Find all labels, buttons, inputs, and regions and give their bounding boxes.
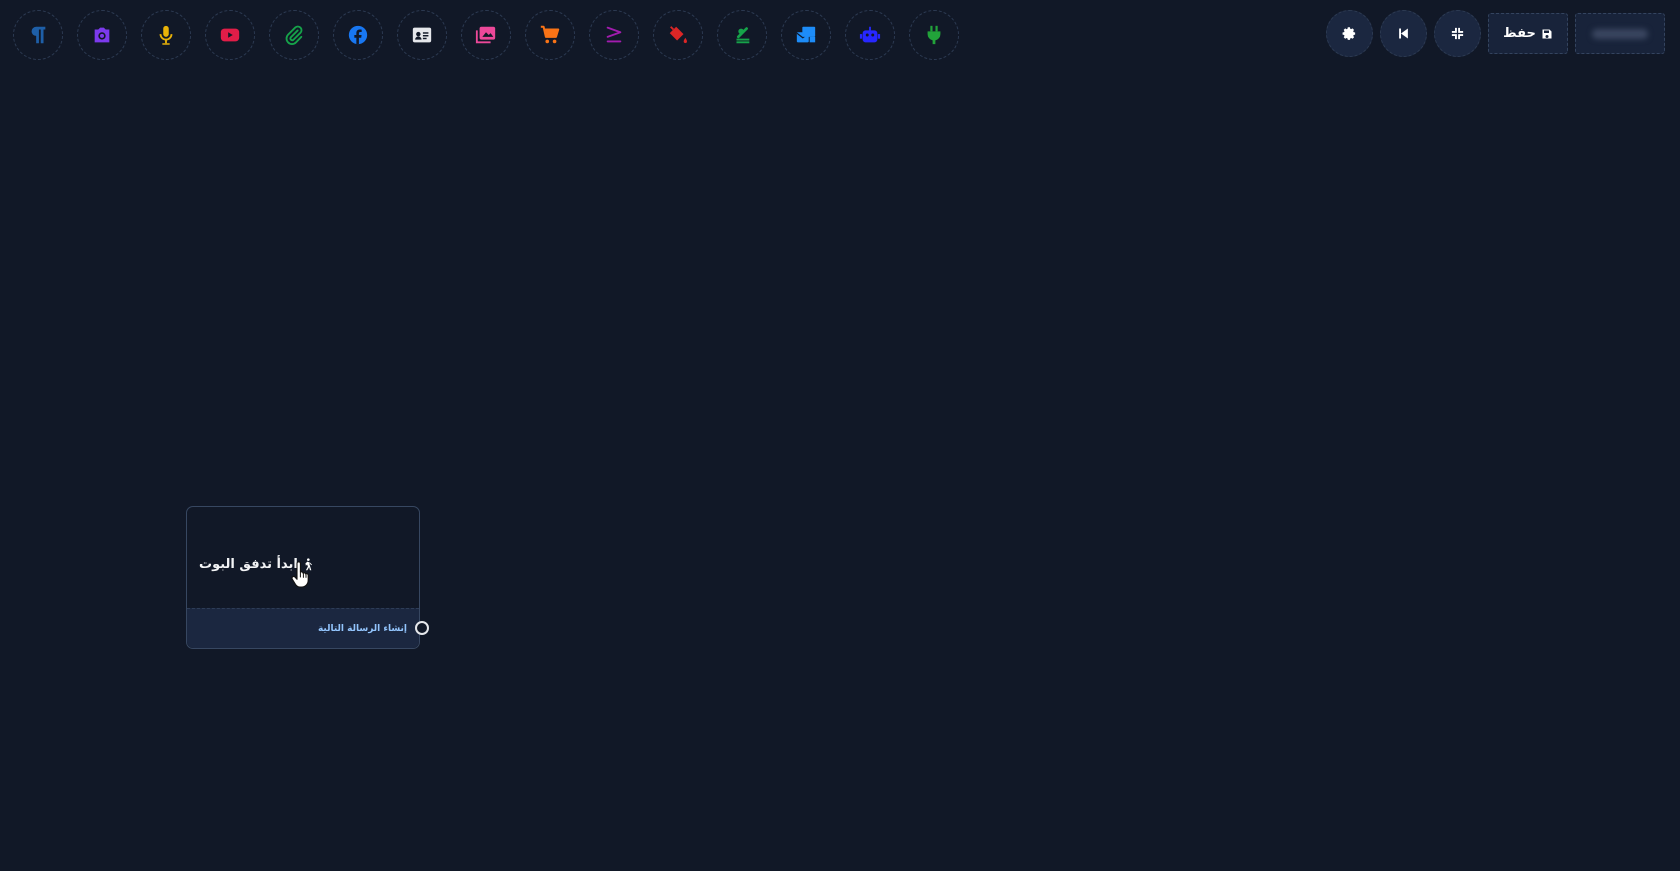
top-controls: حفظ — [1326, 10, 1665, 57]
shopping-cart-icon — [540, 25, 560, 44]
greater-equal-icon — [606, 26, 622, 43]
output-connection-handle[interactable] — [415, 621, 429, 635]
save-label: حفظ — [1503, 26, 1536, 41]
settings-button[interactable] — [1326, 10, 1373, 57]
next-message-label: إنشاء الرسالة التالية — [317, 623, 407, 634]
add-style-node-button[interactable] — [653, 10, 703, 60]
redacted-content — [1592, 28, 1648, 39]
back-button[interactable] — [1380, 10, 1427, 57]
add-image-node-button[interactable] — [77, 10, 127, 60]
node-type-toolbar — [13, 10, 959, 60]
add-contact-node-button[interactable] — [397, 10, 447, 60]
money-stack-icon — [736, 27, 750, 44]
add-text-node-button[interactable] — [13, 10, 63, 60]
flow-canvas[interactable]: حفظ ابدأ تدفق البوت إنشاء الرسالة التالي… — [0, 0, 1680, 871]
add-payment-node-button[interactable] — [717, 10, 767, 60]
facebook-icon — [348, 25, 368, 45]
plug-icon — [927, 25, 941, 45]
node-header: ابدأ تدفق البوت — [187, 507, 419, 609]
images-icon — [475, 26, 496, 44]
save-button[interactable]: حفظ — [1488, 13, 1568, 54]
add-facebook-node-button[interactable] — [333, 10, 383, 60]
youtube-icon — [220, 28, 240, 42]
add-audio-node-button[interactable] — [141, 10, 191, 60]
add-gallery-node-button[interactable] — [461, 10, 511, 60]
hand-pointer-cursor-icon — [291, 561, 309, 588]
node-footer: إنشاء الرسالة التالية — [187, 608, 419, 648]
floppy-disk-icon — [1542, 29, 1552, 38]
redacted-button[interactable] — [1575, 13, 1665, 54]
paint-bucket-icon — [669, 26, 687, 44]
fit-view-button[interactable] — [1434, 10, 1481, 57]
add-integration-node-button[interactable] — [909, 10, 959, 60]
paperclip-icon — [285, 25, 303, 45]
compress-icon — [1451, 27, 1464, 40]
contact-card-icon — [412, 27, 432, 43]
skip-back-icon — [1399, 28, 1408, 39]
node-title-text: ابدأ تدفق البوت — [199, 556, 298, 572]
microphone-icon — [159, 25, 173, 45]
gear-icon — [1342, 27, 1356, 40]
mail-bulk-icon — [796, 26, 816, 43]
camera-icon — [94, 27, 110, 43]
add-bot-node-button[interactable] — [845, 10, 895, 60]
add-email-node-button[interactable] — [781, 10, 831, 60]
add-product-node-button[interactable] — [525, 10, 575, 60]
robot-icon — [859, 26, 881, 43]
paragraph-text-icon — [31, 26, 46, 44]
add-condition-node-button[interactable] — [589, 10, 639, 60]
add-video-node-button[interactable] — [205, 10, 255, 60]
add-file-node-button[interactable] — [269, 10, 319, 60]
